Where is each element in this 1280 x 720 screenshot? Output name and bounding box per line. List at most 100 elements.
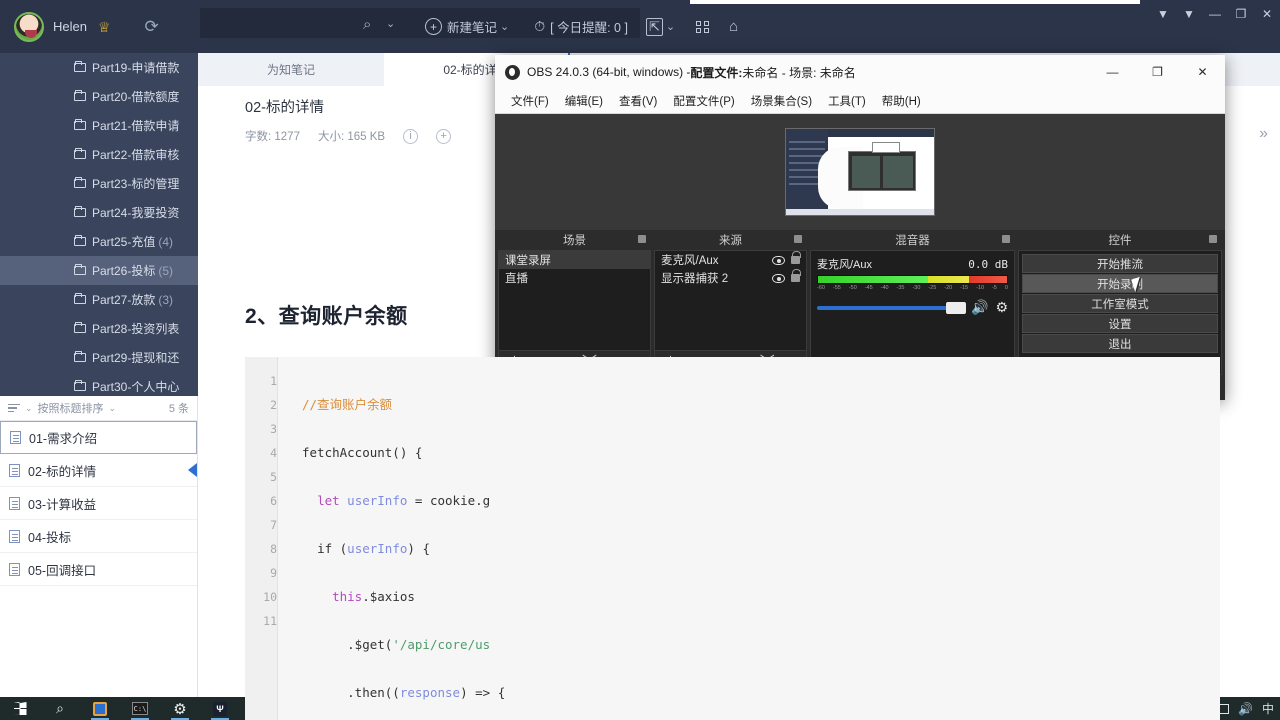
folder-icon [74,235,86,246]
line-number: 3 [270,422,277,436]
sort-icon[interactable] [8,403,20,413]
chevron-down-icon[interactable]: ▼ [1176,0,1202,28]
sources-title: 来源 [654,230,807,250]
folder-item-part25[interactable]: Part25-充值 (4) [0,227,198,256]
list-item[interactable]: 02-标的详情 [0,454,197,487]
folder-item-part22[interactable]: Part22-借款审核 [0,140,198,169]
pin-icon[interactable]: ▼ [1150,0,1176,28]
topbar-accent-bar [690,0,1140,4]
pin-icon[interactable] [1002,235,1010,243]
search-icon[interactable]: ⌕ [40,697,80,720]
eye-icon[interactable] [772,255,785,265]
reminder-button[interactable]: ⏱ [ 今日提醒: 0 ] [534,17,628,36]
pycharm-icon[interactable]: Ψ [200,697,240,720]
folder-item-part26[interactable]: Part26-投标 (5) [0,256,198,285]
list-item[interactable]: 01-需求介绍 [0,421,197,454]
source-item-mic[interactable]: 麦克风/Aux [655,251,806,269]
folder-item-part21[interactable]: Part21-借款申请 [0,111,198,140]
folder-icon [74,61,86,72]
menu-edit[interactable]: 编辑(E) [557,93,611,109]
menu-view[interactable]: 查看(V) [611,93,665,109]
chevron-down-icon[interactable]: ⌄ [109,403,117,414]
task-view-icon[interactable] [80,697,120,720]
unlock-icon[interactable] [791,251,801,264]
audio-meter [817,275,1008,284]
menu-scene-collection[interactable]: 场景集合(S) [743,93,820,109]
pin-icon[interactable] [1209,235,1217,243]
menu-help[interactable]: 帮助(H) [874,93,929,109]
folder-item-part24[interactable]: Part24-我要投资 [0,198,198,227]
folder-icon [74,148,86,159]
info-icon[interactable]: i [403,128,419,144]
chevron-down-icon[interactable]: ⌄ [500,20,509,33]
start-streaming-button[interactable]: 开始推流 [1022,254,1218,273]
source-item-display-capture[interactable]: 显示器捕获 2 [655,269,806,287]
menu-profile[interactable]: 配置文件(P) [665,93,742,109]
folder-count: (4) [158,234,174,249]
refresh-icon[interactable]: ⟳ [145,17,159,37]
apps-button[interactable] [692,20,715,34]
home-button[interactable]: ⌂ [729,18,738,35]
menu-tools[interactable]: 工具(T) [820,93,874,109]
folder-item-part19[interactable]: Part19-申请借款 [0,53,198,82]
controls-title: 控件 [1018,230,1222,250]
code-text: = cookie.g [407,493,491,508]
meter-tick: -50 [848,285,857,291]
maximize-button[interactable]: ❐ [1228,0,1254,28]
obs-logo-icon [505,64,520,80]
close-button[interactable]: ✕ [1180,55,1225,89]
expand-panel-icon[interactable]: » [1259,125,1268,143]
windows-start-icon[interactable] [0,697,40,720]
obs-title-bar[interactable]: OBS 24.0.3 (64-bit, windows) - 配置文件: 未命名… [495,55,1225,89]
chevron-down-icon[interactable]: ⌄ [666,20,675,33]
list-item[interactable]: 04-投标 [0,520,197,553]
folder-item-part23[interactable]: Part23-标的管理 [0,169,198,198]
folder-item-part28[interactable]: Part28-投资列表 [0,314,198,343]
new-note-button[interactable]: + 新建笔记 ⌄ [425,17,514,36]
obs-title-rest: 未命名 - 场景: 未命名 [742,65,856,80]
plus-icon[interactable]: + [436,128,452,144]
minimize-button[interactable]: — [1202,0,1228,28]
chevron-down-icon[interactable]: ⌄ [386,17,395,30]
volume-icon[interactable]: 🔊 [1238,702,1253,716]
obs-preview-canvas[interactable] [495,114,1225,230]
exit-button[interactable]: 退出 [1022,334,1218,353]
close-button[interactable]: ✕ [1254,0,1280,28]
unlock-icon[interactable] [791,269,801,282]
folder-item-part29[interactable]: Part29-提现和还 [0,343,198,372]
folder-item-part27[interactable]: Part27-放款 (3) [0,285,198,314]
ime-indicator[interactable]: 中 [1262,700,1274,717]
start-recording-button[interactable]: 开始录制 [1022,274,1218,293]
folder-item-part20[interactable]: Part20-借款额度 [0,82,198,111]
settings-icon[interactable]: ⚙ [160,697,200,720]
pin-icon[interactable] [638,235,646,243]
preview-bottom-bar [786,209,934,215]
mixer-db-value: 0.0 dB [968,257,1008,271]
code-block[interactable]: 1 2 3 4 5 6 7 8 9 10 11 //查询账户余额 fetchAc… [245,357,1220,720]
scene-label: 直播 [505,273,528,285]
pin-icon[interactable] [794,235,802,243]
sort-label[interactable]: 按照标题排序 [38,400,104,416]
scenes-title-label: 场景 [563,235,586,247]
list-item[interactable]: 05-回调接口 [0,553,197,586]
preview-obs-inner [848,151,916,191]
list-item[interactable]: 03-计算收益 [0,487,197,520]
scene-item[interactable]: 直播 [499,269,650,287]
obs-title-profile-label: 配置文件: [690,65,743,80]
scene-item-selected[interactable]: 课堂录屏 [499,251,650,269]
tab-wiznote[interactable]: 为知笔记 [198,53,384,86]
chevron-down-icon[interactable]: ⌄ [25,403,33,414]
line-number: 6 [270,494,277,508]
eye-icon[interactable] [772,273,785,283]
avatar[interactable] [14,11,44,42]
search-icon[interactable]: ⌕ [363,16,371,33]
folder-label: Part21-借款申请 [92,119,180,133]
source-label: 显示器捕获 2 [661,273,729,285]
menu-file[interactable]: 文件(F) [503,93,557,109]
minimize-button[interactable]: — [1090,55,1135,89]
expand-button[interactable]: ⇱ ⌄ [645,17,680,36]
terminal-icon[interactable]: C:\ [120,697,160,720]
meter-tick: -35 [896,285,905,291]
obs-window-controls: — ❐ ✕ [1090,55,1225,89]
maximize-button[interactable]: ❐ [1135,55,1180,89]
